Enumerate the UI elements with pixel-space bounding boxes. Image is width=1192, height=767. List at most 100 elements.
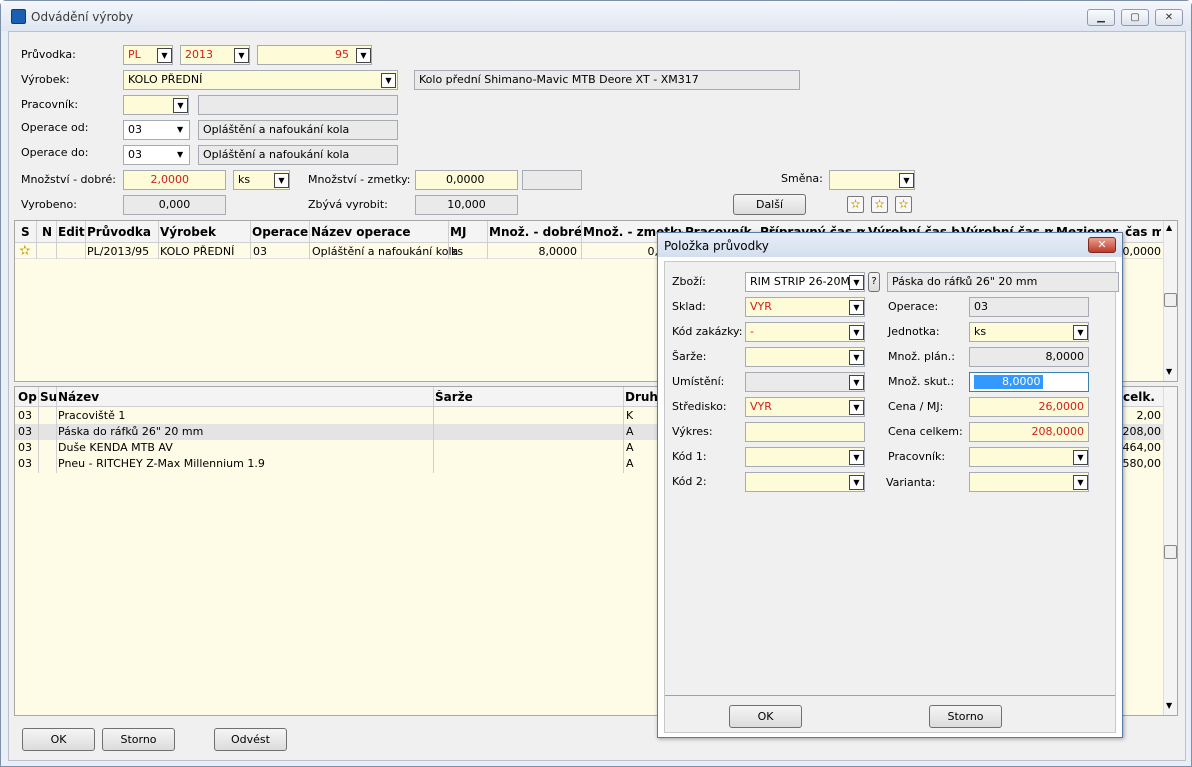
zbyva-field: 10,000 — [415, 195, 518, 215]
pracovnik-label: Pracovník: — [21, 98, 79, 111]
chevron-down-icon[interactable]: ▼ — [234, 48, 249, 63]
chevron-down-icon[interactable]: ▼ — [849, 450, 864, 465]
maximize-button[interactable]: ▢ — [1121, 9, 1149, 26]
title-bar: Odvádění výroby ▁ ▢ ✕ — [1, 1, 1191, 31]
stredisko-label: Středisko: — [672, 400, 727, 413]
zbozi-description: Páska do ráfků 26" 20 mm — [887, 272, 1119, 292]
star-remove-icon[interactable]: ✫ — [895, 196, 912, 213]
mnoz-skut-input[interactable]: 8,0000 — [969, 372, 1089, 392]
cell-op: 03 — [18, 409, 32, 422]
col-header-pruvodka[interactable]: Průvodka — [87, 225, 159, 239]
varianta-field[interactable] — [969, 472, 1089, 492]
col-header-operace[interactable]: Operace — [252, 225, 308, 239]
star-icon[interactable]: ✫ — [847, 196, 864, 213]
cell-nazev: Duše KENDA MTB AV — [58, 441, 173, 454]
col-header-mnoz-dobre[interactable]: Množ. - dobré — [489, 225, 581, 239]
dalsi-button[interactable]: Další — [733, 194, 806, 215]
col-header-s[interactable]: S — [21, 225, 37, 239]
chevron-down-icon[interactable]: ▼ — [899, 173, 914, 188]
column-divider — [309, 221, 310, 259]
scroll-thumb[interactable] — [1164, 545, 1177, 559]
chevron-down-icon[interactable]: ▼ — [157, 48, 172, 63]
grid-scrollbar[interactable]: ▲ ▼ — [1163, 221, 1177, 381]
mnozstvi-zmetky-field[interactable]: 0,0000 — [415, 170, 518, 190]
vykres-field[interactable] — [745, 422, 865, 442]
mnoz-skut-label: Množ. skut.: — [888, 375, 955, 388]
mnozstvi-dobre-field[interactable]: 2,0000 — [123, 170, 226, 190]
dialog-title-bar: Položka průvodky ✕ — [658, 233, 1122, 257]
scroll-down-icon[interactable]: ▼ — [1166, 367, 1172, 376]
chevron-down-icon[interactable]: ▼ — [381, 73, 396, 88]
col-header-op[interactable]: Op — [18, 390, 40, 404]
operace-label: Operace: — [888, 300, 939, 313]
operace-do-description: Opláštění a nafoukání kola — [198, 145, 398, 165]
cell-nazev: Pneu - RITCHEY Z-Max Millennium 1.9 — [58, 457, 265, 470]
minimize-button[interactable]: ▁ — [1087, 9, 1115, 26]
kod1-field[interactable] — [745, 447, 865, 467]
chevron-down-icon[interactable]: ▼ — [849, 475, 864, 490]
chevron-down-icon[interactable]: ▼ — [849, 350, 864, 365]
jednotka-field[interactable]: ks — [969, 322, 1089, 342]
operace-do-label: Operace do: — [21, 146, 89, 159]
chevron-down-icon[interactable]: ▼ — [849, 400, 864, 415]
chevron-down-icon[interactable]: ▼ — [274, 173, 289, 188]
mnozstvi-zmetky-label: Množství - zmetky: — [308, 173, 411, 186]
column-divider — [487, 221, 488, 259]
zbozi-field[interactable]: RIM STRIP 26-20MM — [745, 272, 865, 292]
col-header-nazev-operace[interactable]: Název operace — [311, 225, 448, 239]
kod-zakazky-field[interactable]: - — [745, 322, 865, 342]
zbozi-help-button[interactable]: ? — [868, 272, 880, 292]
column-divider — [56, 387, 57, 473]
storno-button[interactable]: Storno — [102, 728, 175, 751]
kod2-field[interactable] — [745, 472, 865, 492]
kod2-label: Kód 2: — [672, 475, 707, 488]
chevron-down-icon[interactable]: ▼ — [849, 275, 864, 290]
ok-button[interactable]: OK — [22, 728, 95, 751]
odvest-button[interactable]: Odvést — [214, 728, 287, 751]
col-header-edit[interactable]: Edit — [58, 225, 88, 239]
sarze-label: Šarže: — [672, 350, 707, 363]
stredisko-field[interactable]: VYR — [745, 397, 865, 417]
chevron-down-icon[interactable]: ▼ — [849, 325, 864, 340]
app-icon — [11, 9, 26, 24]
pruvodka-number-field[interactable]: 95 — [257, 45, 372, 65]
vyrobek-description: Kolo přední Shimano-Mavic MTB Deore XT -… — [414, 70, 800, 90]
chevron-down-icon[interactable]: ▼ — [1073, 475, 1088, 490]
chevron-down-icon[interactable]: ▼ — [356, 48, 371, 63]
dialog-storno-button[interactable]: Storno — [929, 705, 1002, 728]
vyrobek-field[interactable]: KOLO PŘEDNÍ — [123, 70, 398, 90]
chevron-down-icon[interactable]: ▼ — [173, 98, 188, 113]
kod1-label: Kód 1: — [672, 450, 707, 463]
chevron-down-icon[interactable]: ▼ — [849, 300, 864, 315]
col-header-mj[interactable]: MJ — [450, 225, 488, 239]
cena-mj-field[interactable]: 26,0000 — [969, 397, 1089, 417]
scroll-up-icon[interactable]: ▲ — [1166, 223, 1172, 232]
sklad-field[interactable]: VYR — [745, 297, 865, 317]
umisteni-field[interactable] — [745, 372, 865, 392]
chevron-down-icon[interactable]: ▼ — [177, 150, 183, 159]
dialog-ok-button[interactable]: OK — [729, 705, 802, 728]
col-header-celk[interactable]: celk. — [1123, 390, 1163, 404]
pracovnik-field[interactable] — [969, 447, 1089, 467]
cell-nazev-operace: Opláštění a nafoukání kola — [312, 245, 459, 258]
chevron-down-icon[interactable]: ▼ — [1073, 450, 1088, 465]
cell-pruvodka: PL/2013/95 — [87, 245, 150, 258]
col-header-n[interactable]: N — [42, 225, 56, 239]
chevron-down-icon[interactable]: ▼ — [1073, 325, 1088, 340]
dialog-close-button[interactable]: ✕ — [1088, 237, 1116, 253]
sklad-label: Sklad: — [672, 300, 706, 313]
cena-celkem-field[interactable]: 208,0000 — [969, 422, 1089, 442]
star-add-icon[interactable]: ✫ — [871, 196, 888, 213]
col-header-vyrobek[interactable]: Výrobek — [160, 225, 250, 239]
sarze-field[interactable] — [745, 347, 865, 367]
scroll-thumb[interactable] — [1164, 293, 1177, 307]
chevron-down-icon[interactable]: ▼ — [177, 125, 183, 134]
col-header-sarze[interactable]: Šarže — [435, 390, 615, 404]
grid-scrollbar[interactable]: ▼ — [1163, 387, 1177, 715]
close-button[interactable]: ✕ — [1155, 9, 1183, 26]
col-header-nazev[interactable]: Název — [58, 390, 428, 404]
window-title: Odvádění výroby — [31, 10, 134, 24]
scroll-down-icon[interactable]: ▼ — [1166, 701, 1172, 710]
operace-od-label: Operace od: — [21, 121, 89, 134]
chevron-down-icon[interactable]: ▼ — [849, 375, 864, 390]
